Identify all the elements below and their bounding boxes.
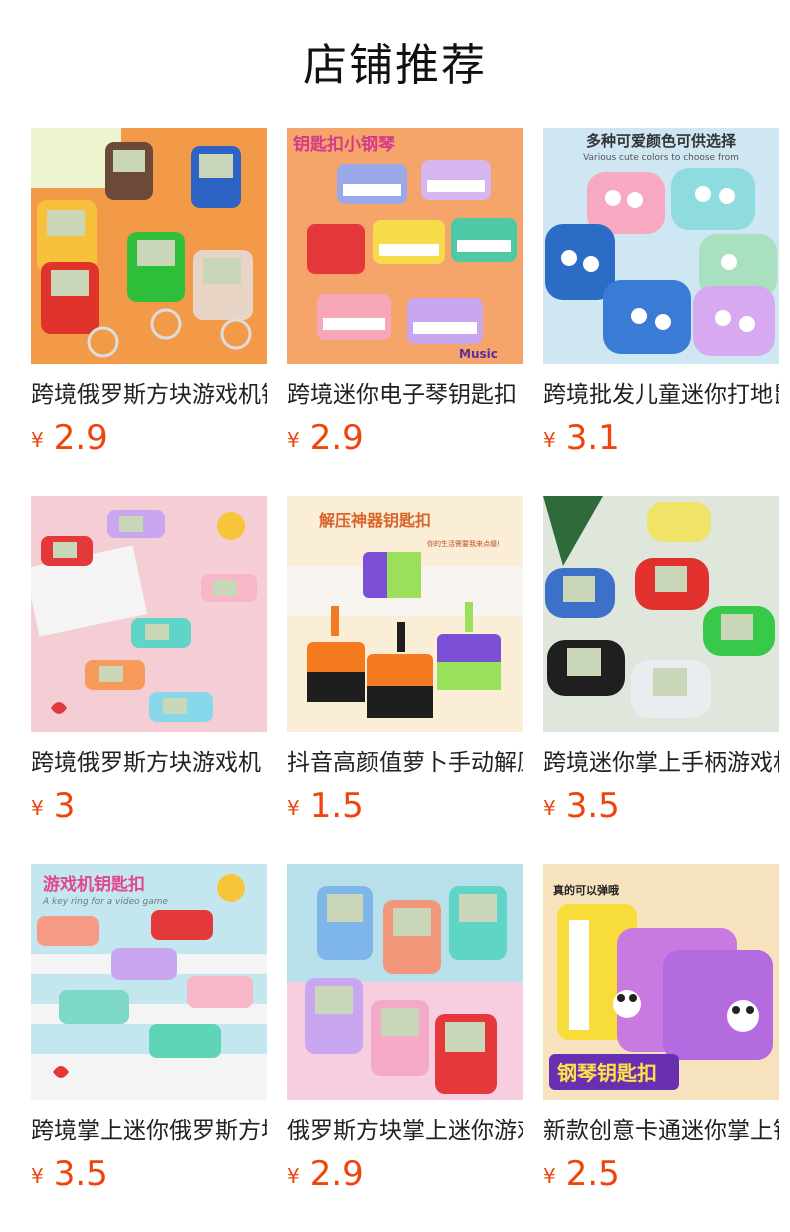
product-name[interactable]: 新款创意卡通迷你掌上钢琴 [543,1114,779,1148]
image-overlay-text: 钢琴钥匙扣 [557,1061,657,1085]
product-image[interactable]: 真的可以弹哦 钢琴钥匙扣 [543,864,779,1100]
price-value: 3.5 [53,1154,108,1194]
product-card[interactable]: 真的可以弹哦 钢琴钥匙扣 新款创意卡通迷你掌上钢琴 ¥2.5 [543,864,779,1204]
product-photo-tetris-gamepads [31,496,267,732]
product-photo-tetris-keychains [31,128,267,364]
currency-symbol: ¥ [287,428,300,452]
price-value: 3 [53,786,76,826]
product-price: ¥3.1 [543,416,620,460]
product-name[interactable]: 跨境迷你电子琴钥匙扣 [287,378,523,412]
image-overlay-sub: Music [459,347,498,361]
product-price: ¥2.9 [31,416,108,460]
image-overlay-sub: A key ring for a video game [42,897,168,907]
product-card[interactable]: 游戏机钥匙扣 A key ring for a video game 跨境掌上迷… [31,864,267,1204]
price-value: 3.5 [565,786,620,826]
currency-symbol: ¥ [287,1164,300,1188]
product-price: ¥2.5 [543,1152,620,1196]
page-title: 店铺推荐 [303,40,487,91]
product-name[interactable]: 跨境批发儿童迷你打地鼠 [543,378,779,412]
product-card[interactable]: 多种可爱颜色可供选择 Various cute colors to choose… [543,128,779,468]
product-price: ¥3 [31,784,75,828]
product-name[interactable]: 俄罗斯方块掌上迷你游戏机 [287,1114,523,1148]
price-value: 2.5 [565,1154,620,1194]
product-card[interactable]: 跨境俄罗斯方块游戏机钥匙扣 ¥2.9 [31,128,267,468]
product-photo-tetris-mini-consoles [287,864,523,1100]
product-card[interactable]: 钥匙扣小钢琴 Music 跨境迷你电子琴钥匙扣 ¥2.9 [287,128,523,468]
product-price: ¥2.9 [287,416,364,460]
product-image[interactable]: 多种可爱颜色可供选择 Various cute colors to choose… [543,128,779,364]
currency-symbol: ¥ [543,428,556,452]
product-image[interactable]: 游戏机钥匙扣 A key ring for a video game [31,864,267,1100]
product-card[interactable]: 跨境俄罗斯方块游戏机 ¥3 [31,496,267,836]
product-image[interactable] [543,496,779,732]
price-value: 2.9 [309,418,364,458]
product-price: ¥3.5 [31,1152,108,1196]
product-photo-piano-keychains: 钥匙扣小钢琴 Music [287,128,523,364]
currency-symbol: ¥ [31,1164,44,1188]
product-name[interactable]: 跨境迷你掌上手柄游戏机 [543,746,779,780]
currency-symbol: ¥ [287,796,300,820]
product-card[interactable]: 俄罗斯方块掌上迷你游戏机 ¥2.9 [287,864,523,1204]
product-image[interactable] [31,496,267,732]
product-name[interactable]: 跨境俄罗斯方块游戏机 [31,746,267,780]
image-overlay-text: 钥匙扣小钢琴 [293,134,395,155]
product-price: ¥2.9 [287,1152,364,1196]
product-price: ¥3.5 [543,784,620,828]
image-overlay-sub: 真的可以弹哦 [553,883,619,897]
product-image[interactable] [287,864,523,1100]
product-name[interactable]: 抖音高颜值萝卜手动解压 [287,746,523,780]
product-photo-panda-piano: 真的可以弹哦 钢琴钥匙扣 [543,864,779,1100]
product-photo-controller-keychains [543,496,779,732]
product-image[interactable] [31,128,267,364]
price-value: 2.9 [309,1154,364,1194]
price-value: 3.1 [565,418,620,458]
product-photo-fidget-cubes: 解压神器钥匙扣 你的生活需要我来点缀! [287,496,523,732]
image-overlay-text: 解压神器钥匙扣 [319,511,431,530]
product-card[interactable]: 解压神器钥匙扣 你的生活需要我来点缀! 抖音高颜值萝卜手动解压 ¥1.5 [287,496,523,836]
product-photo-whack-a-mole: 多种可爱颜色可供选择 Various cute colors to choose… [543,128,779,364]
product-image[interactable]: 解压神器钥匙扣 你的生活需要我来点缀! [287,496,523,732]
price-value: 2.9 [53,418,108,458]
product-card[interactable]: 跨境迷你掌上手柄游戏机 ¥3.5 [543,496,779,836]
image-overlay-sub: 你的生活需要我来点缀! [427,539,500,548]
currency-symbol: ¥ [31,428,44,452]
image-overlay-text: 多种可爱颜色可供选择 [586,132,737,150]
product-name[interactable]: 跨境掌上迷你俄罗斯方块 [31,1114,267,1148]
currency-symbol: ¥ [543,1164,556,1188]
product-name[interactable]: 跨境俄罗斯方块游戏机钥匙扣 [31,378,267,412]
product-image[interactable]: 钥匙扣小钢琴 Music [287,128,523,364]
image-overlay-sub: Various cute colors to choose from [583,153,739,163]
product-photo-game-keychains: 游戏机钥匙扣 A key ring for a video game [31,864,267,1100]
currency-symbol: ¥ [543,796,556,820]
image-overlay-text: 游戏机钥匙扣 [43,874,145,895]
currency-symbol: ¥ [31,796,44,820]
product-price: ¥1.5 [287,784,364,828]
price-value: 1.5 [309,786,364,826]
